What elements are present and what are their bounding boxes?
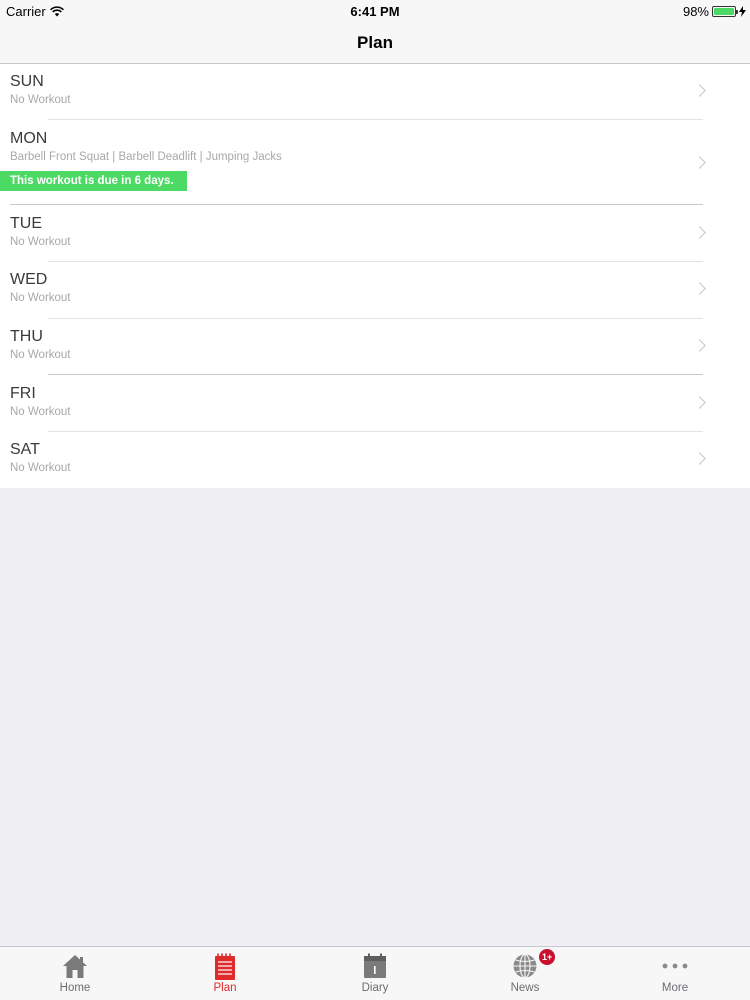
tab-more[interactable]: More xyxy=(600,947,750,1000)
more-icon xyxy=(662,963,688,969)
due-badge: This workout is due in 6 days. xyxy=(0,171,187,191)
day-row-fri[interactable]: FRI No Workout xyxy=(0,375,750,432)
page-title: Plan xyxy=(357,32,393,52)
chevron-right-icon xyxy=(693,282,706,295)
day-row-mon[interactable]: MON Barbell Front Squat | Barbell Deadli… xyxy=(0,120,750,205)
day-name: MON xyxy=(10,130,48,147)
status-time: 6:41 PM xyxy=(350,4,400,19)
chevron-right-icon xyxy=(693,84,706,97)
tab-label: News xyxy=(510,982,540,994)
day-detail: No Workout xyxy=(10,236,71,248)
chevron-right-icon xyxy=(693,452,706,465)
tab-home[interactable]: Home xyxy=(0,947,150,1000)
day-detail: No Workout xyxy=(10,349,71,361)
day-row-sun[interactable]: SUN No Workout xyxy=(0,64,750,120)
day-row-wed[interactable]: WED No Workout xyxy=(0,262,750,318)
day-name: THU xyxy=(10,328,43,345)
day-name: WED xyxy=(10,271,48,288)
notepad-icon xyxy=(215,953,235,980)
day-row-thu[interactable]: THU No Workout xyxy=(0,319,750,375)
tab-label: Home xyxy=(59,982,91,994)
day-list: SUN No Workout MON Barbell Front Squat |… xyxy=(0,64,750,488)
tab-plan[interactable]: Plan xyxy=(150,947,300,1000)
globe-icon xyxy=(513,953,537,979)
notification-badge: 1+ xyxy=(539,949,556,965)
chevron-right-icon xyxy=(693,339,706,352)
day-detail: No Workout xyxy=(10,406,71,418)
calendar-icon xyxy=(364,953,386,978)
day-name: SAT xyxy=(10,441,40,458)
chevron-right-icon xyxy=(693,396,706,409)
day-row-sat[interactable]: SAT No Workout xyxy=(0,432,750,488)
day-detail: No Workout xyxy=(10,94,71,106)
tab-news[interactable]: 1+ News xyxy=(450,947,600,1000)
tab-bar: Home Plan Diary 1+ News More xyxy=(0,946,750,1000)
day-name: TUE xyxy=(10,215,42,232)
tab-label: Plan xyxy=(213,982,237,994)
tab-label: More xyxy=(661,982,689,994)
screen: Carrier 6:41 PM 98% Plan SUN No Workout xyxy=(0,0,750,1000)
status-bar: Carrier 6:41 PM 98% xyxy=(0,0,750,22)
day-detail: Barbell Front Squat | Barbell Deadlift |… xyxy=(10,151,282,163)
navigation-bar: Plan xyxy=(0,22,750,64)
tab-label: Diary xyxy=(361,982,389,994)
chevron-right-icon xyxy=(693,226,706,239)
day-name: FRI xyxy=(10,385,36,402)
day-detail: No Workout xyxy=(10,292,71,304)
battery-percent: 98% xyxy=(682,4,709,19)
chevron-right-icon xyxy=(693,156,706,169)
tab-diary[interactable]: Diary xyxy=(300,947,450,1000)
day-detail: No Workout xyxy=(10,462,71,474)
battery-icon xyxy=(712,6,738,17)
home-icon xyxy=(63,955,87,978)
day-name: SUN xyxy=(10,73,44,90)
charging-icon xyxy=(739,6,746,17)
day-row-tue[interactable]: TUE No Workout xyxy=(0,205,750,262)
